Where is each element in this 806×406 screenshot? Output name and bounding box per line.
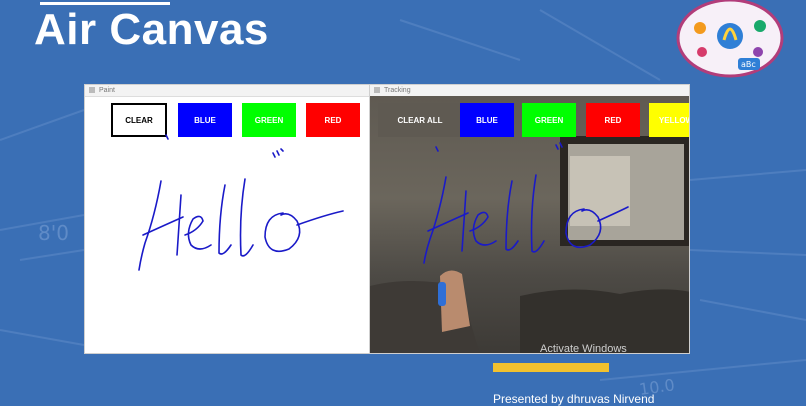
- tracking-window[interactable]: Tracking CLEAR ALL BLUE GREEN RED YELLOW: [369, 84, 690, 354]
- activate-windows-watermark: Activate Windows: [540, 343, 627, 355]
- paint-window[interactable]: Paint CLEAR BLUE GREEN RED: [84, 84, 370, 354]
- slide-title: Air Canvas: [34, 5, 269, 54]
- tracking-overlay-drawing: [423, 142, 629, 264]
- accent-bar: [493, 363, 609, 372]
- svg-text:8'0: 8'0: [38, 221, 69, 245]
- presenter-footer: Presented by dhruvas Nirvend: [493, 392, 655, 406]
- brain-logo-icon: aBc: [676, 0, 784, 78]
- paint-canvas-drawing[interactable]: [85, 85, 370, 354]
- svg-text:aBc: aBc: [741, 60, 756, 69]
